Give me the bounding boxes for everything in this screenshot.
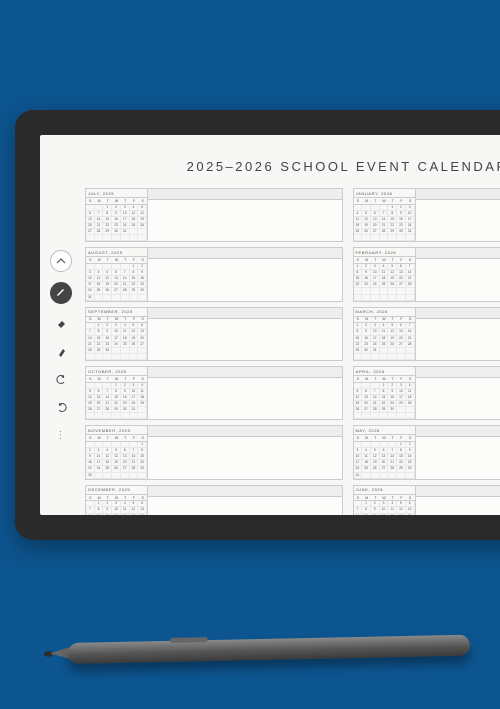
month-row: JUNE, 2026SMTWTFS12345678910111213141516…: [353, 485, 500, 515]
mini-calendar: AUGUST, 2025SMTWTFS123456789101112131415…: [86, 248, 148, 300]
month-row: JULY, 2025SMTWTFS12345678910111213141516…: [85, 188, 343, 242]
month-row: MARCH, 2026SMTWTFS1234567891011121314151…: [353, 307, 500, 361]
tablet-frame: 2025–2026 SCHOOL EVENT CALENDAR JULY, 20…: [15, 110, 500, 540]
calendar-page: 2025–2026 SCHOOL EVENT CALENDAR JULY, 20…: [40, 135, 500, 515]
month-label: MAY, 2026: [354, 426, 415, 435]
month-row: JANUARY, 2026SMTWTFS12345678910111213141…: [353, 188, 500, 242]
toolbar-collapse[interactable]: [50, 250, 72, 272]
highlighter-icon: [56, 346, 67, 357]
month-notes[interactable]: [148, 367, 342, 419]
highlighter-tool[interactable]: [52, 342, 70, 360]
undo-button[interactable]: [52, 370, 70, 388]
month-notes[interactable]: [148, 248, 342, 300]
month-notes[interactable]: [416, 248, 500, 300]
redo-icon: [56, 402, 67, 413]
month-label: JULY, 2025: [86, 189, 147, 198]
mini-calendar: JUNE, 2026SMTWTFS12345678910111213141516…: [354, 486, 416, 515]
month-notes[interactable]: [148, 189, 342, 241]
calendar-column: JULY, 2025SMTWTFS12345678910111213141516…: [85, 188, 343, 515]
month-notes[interactable]: [416, 189, 500, 241]
toolbar: ⋮: [50, 250, 72, 441]
mini-calendar: OCTOBER, 2025SMTWTFS12345678910111213141…: [86, 367, 148, 419]
stylus-pen: [50, 635, 470, 665]
month-label: AUGUST, 2025: [86, 248, 147, 257]
pen-icon: [56, 288, 66, 298]
month-notes[interactable]: [416, 308, 500, 360]
month-notes[interactable]: [416, 426, 500, 478]
month-notes[interactable]: [416, 486, 500, 515]
mini-calendar: FEBRUARY, 2026SMTWTFS1234567891011121314…: [354, 248, 416, 300]
month-notes[interactable]: [148, 486, 342, 515]
month-row: DECEMBER, 2025SMTWTFS1234567891011121314…: [85, 485, 343, 515]
tablet-screen: 2025–2026 SCHOOL EVENT CALENDAR JULY, 20…: [40, 135, 500, 515]
month-label: OCTOBER, 2025: [86, 367, 147, 376]
chevron-up-icon: [56, 256, 66, 266]
mini-calendar: MARCH, 2026SMTWTFS1234567891011121314151…: [354, 308, 416, 360]
mini-calendar: NOVEMBER, 2025SMTWTFS1234567891011121314…: [86, 426, 148, 478]
month-row: APRIL, 2026SMTWTFS1234567891011121314151…: [353, 366, 500, 420]
month-row: FEBRUARY, 2026SMTWTFS1234567891011121314…: [353, 247, 500, 301]
month-row: MAY, 2026SMTWTFS123456789101112131415161…: [353, 425, 500, 479]
mini-calendar: DECEMBER, 2025SMTWTFS1234567891011121314…: [86, 486, 148, 515]
undo-icon: [56, 374, 67, 385]
eraser-tool[interactable]: [52, 314, 70, 332]
mini-calendar: MAY, 2026SMTWTFS123456789101112131415161…: [354, 426, 416, 478]
month-label: MARCH, 2026: [354, 308, 415, 317]
calendar-column: JANUARY, 2026SMTWTFS12345678910111213141…: [353, 188, 500, 515]
month-label: SEPTEMBER, 2025: [86, 308, 147, 317]
month-row: OCTOBER, 2025SMTWTFS12345678910111213141…: [85, 366, 343, 420]
month-label: JANUARY, 2026: [354, 189, 415, 198]
mini-calendar: JANUARY, 2026SMTWTFS12345678910111213141…: [354, 189, 416, 241]
month-notes[interactable]: [416, 367, 500, 419]
mini-calendar: APRIL, 2026SMTWTFS1234567891011121314151…: [354, 367, 416, 419]
more-button[interactable]: ⋮: [56, 430, 67, 441]
page-title: 2025–2026 SCHOOL EVENT CALENDAR: [85, 159, 500, 174]
month-row: NOVEMBER, 2025SMTWTFS1234567891011121314…: [85, 425, 343, 479]
eraser-icon: [56, 318, 67, 329]
month-label: APRIL, 2026: [354, 367, 415, 376]
month-label: JUNE, 2026: [354, 486, 415, 495]
mini-calendar: SEPTEMBER, 2025SMTWTFS123456789101112131…: [86, 308, 148, 360]
mini-calendar: JULY, 2025SMTWTFS12345678910111213141516…: [86, 189, 148, 241]
calendar-grid: JULY, 2025SMTWTFS12345678910111213141516…: [85, 188, 500, 515]
pen-tool[interactable]: [50, 282, 72, 304]
month-row: SEPTEMBER, 2025SMTWTFS123456789101112131…: [85, 307, 343, 361]
month-label: NOVEMBER, 2025: [86, 426, 147, 435]
month-notes[interactable]: [148, 426, 342, 478]
month-row: AUGUST, 2025SMTWTFS123456789101112131415…: [85, 247, 343, 301]
month-label: DECEMBER, 2025: [86, 486, 147, 495]
month-notes[interactable]: [148, 308, 342, 360]
redo-button[interactable]: [52, 398, 70, 416]
month-label: FEBRUARY, 2026: [354, 248, 415, 257]
